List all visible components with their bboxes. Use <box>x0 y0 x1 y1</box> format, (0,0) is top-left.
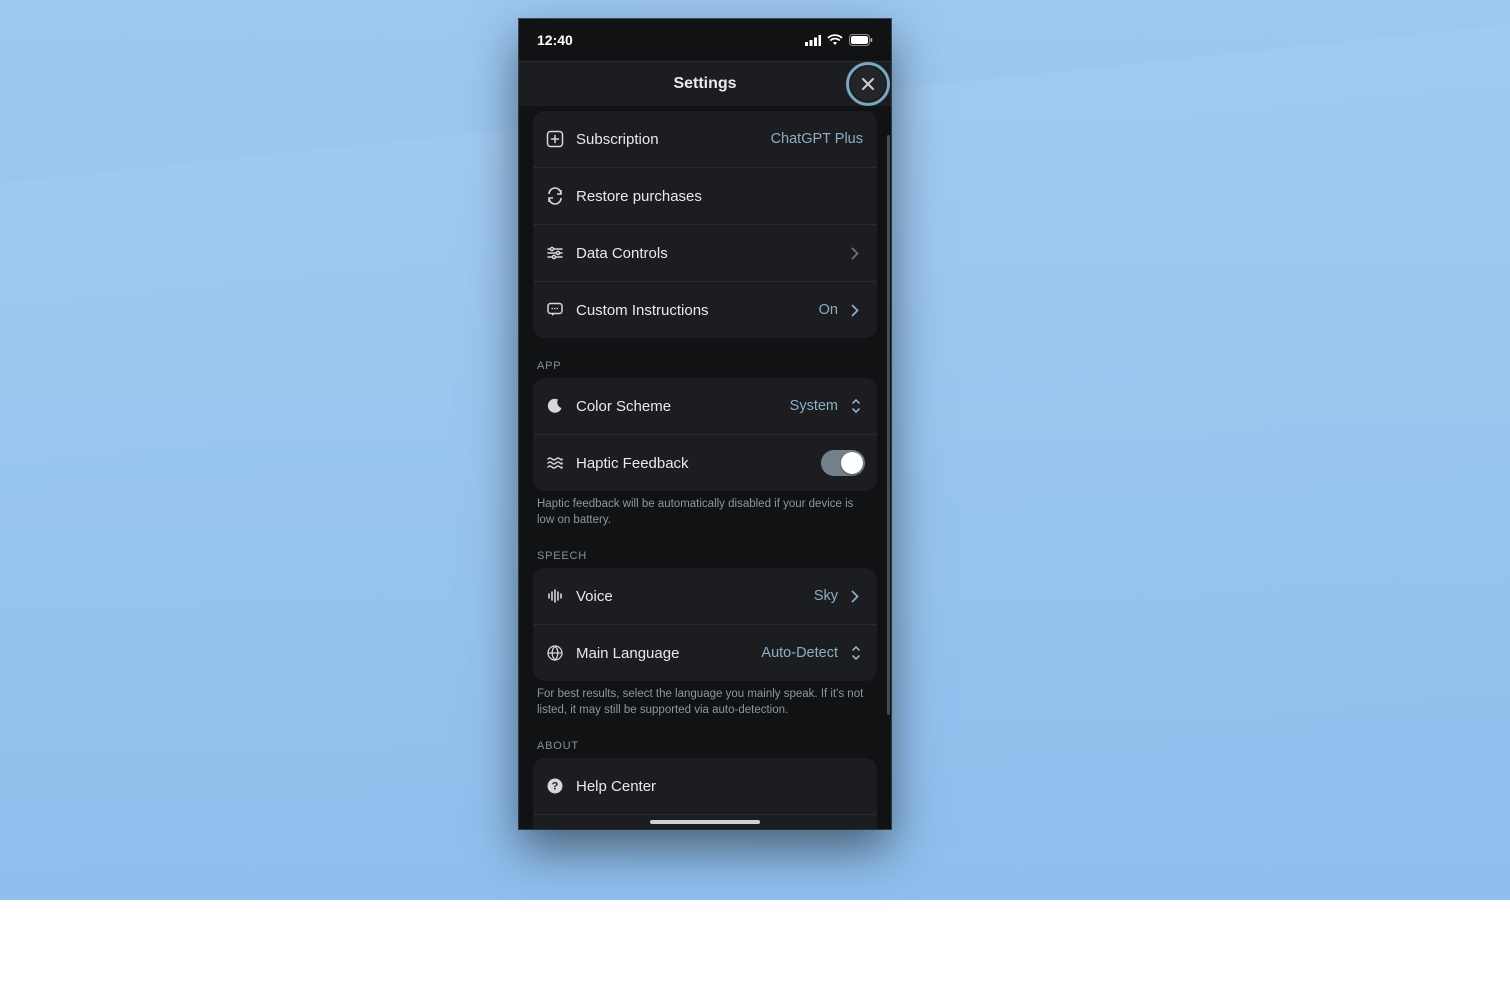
sound-wave-icon <box>545 586 565 606</box>
haptic-caption: Haptic feedback will be automatically di… <box>519 491 891 528</box>
section-label-about: ABOUT <box>519 718 891 758</box>
account-group: Subscription ChatGPT Plus Restore purcha… <box>533 111 877 338</box>
main-language-label: Main Language <box>576 645 750 662</box>
restore-purchases-label: Restore purchases <box>576 188 865 205</box>
data-controls-label: Data Controls <box>576 245 840 262</box>
data-controls-row[interactable]: Data Controls <box>533 224 877 281</box>
moon-icon <box>545 396 565 416</box>
sync-icon <box>545 186 565 206</box>
toggle-knob <box>841 452 863 474</box>
voice-label: Voice <box>576 588 803 605</box>
settings-content: Subscription ChatGPT Plus Restore purcha… <box>519 105 891 829</box>
close-icon <box>861 77 875 91</box>
subscription-row[interactable]: Subscription ChatGPT Plus <box>533 111 877 167</box>
about-group: ? Help Center Terms of Use Privacy Polic… <box>533 758 877 829</box>
custom-instructions-row[interactable]: Custom Instructions On <box>533 281 877 338</box>
voice-row[interactable]: Voice Sky <box>533 568 877 624</box>
help-center-label: Help Center <box>576 778 865 795</box>
scrollbar[interactable] <box>887 135 890 715</box>
chevron-right-icon <box>851 590 865 603</box>
status-bar: 12:40 <box>519 19 891 61</box>
phone-frame: 12:40 Settings <box>519 19 891 829</box>
wifi-icon <box>827 34 843 46</box>
custom-instructions-value: On <box>819 302 838 318</box>
speech-group: Voice Sky Main Language Auto-Detect <box>533 568 877 681</box>
custom-instructions-label: Custom Instructions <box>576 302 808 319</box>
close-button[interactable] <box>851 67 885 101</box>
restore-purchases-row[interactable]: Restore purchases <box>533 167 877 224</box>
chevron-up-down-icon <box>851 645 865 661</box>
home-indicator[interactable] <box>650 820 760 824</box>
page-background: 12:40 Settings <box>0 0 1510 900</box>
color-scheme-label: Color Scheme <box>576 398 779 415</box>
chevron-up-down-icon <box>851 398 865 414</box>
haptic-feedback-toggle[interactable] <box>821 450 865 476</box>
haptic-feedback-row[interactable]: Haptic Feedback <box>533 434 877 491</box>
status-bar-icons <box>805 34 873 46</box>
svg-text:?: ? <box>552 781 559 793</box>
settings-header: Settings <box>519 61 891 106</box>
battery-icon <box>849 34 873 46</box>
plus-square-icon <box>545 129 565 149</box>
chevron-right-icon <box>851 304 865 317</box>
color-scheme-row[interactable]: Color Scheme System <box>533 378 877 434</box>
subscription-label: Subscription <box>576 131 760 148</box>
app-group: Color Scheme System Haptic Feedback <box>533 378 877 491</box>
cellular-icon <box>805 35 821 46</box>
subscription-value: ChatGPT Plus <box>771 131 863 147</box>
color-scheme-value: System <box>790 398 838 414</box>
chevron-right-icon <box>851 247 865 260</box>
voice-value: Sky <box>814 588 838 604</box>
speech-caption: For best results, select the language yo… <box>519 681 891 718</box>
help-icon: ? <box>545 776 565 796</box>
section-label-app: APP <box>519 338 891 378</box>
main-language-row[interactable]: Main Language Auto-Detect <box>533 624 877 681</box>
help-center-row[interactable]: ? Help Center <box>533 758 877 814</box>
message-icon <box>545 300 565 320</box>
haptic-feedback-label: Haptic Feedback <box>576 455 810 472</box>
settings-title: Settings <box>673 75 736 93</box>
sliders-icon <box>545 243 565 263</box>
globe-icon <box>545 643 565 663</box>
status-bar-time: 12:40 <box>537 32 573 48</box>
haptic-icon <box>545 453 565 473</box>
main-language-value: Auto-Detect <box>761 645 838 661</box>
section-label-speech: SPEECH <box>519 528 891 568</box>
